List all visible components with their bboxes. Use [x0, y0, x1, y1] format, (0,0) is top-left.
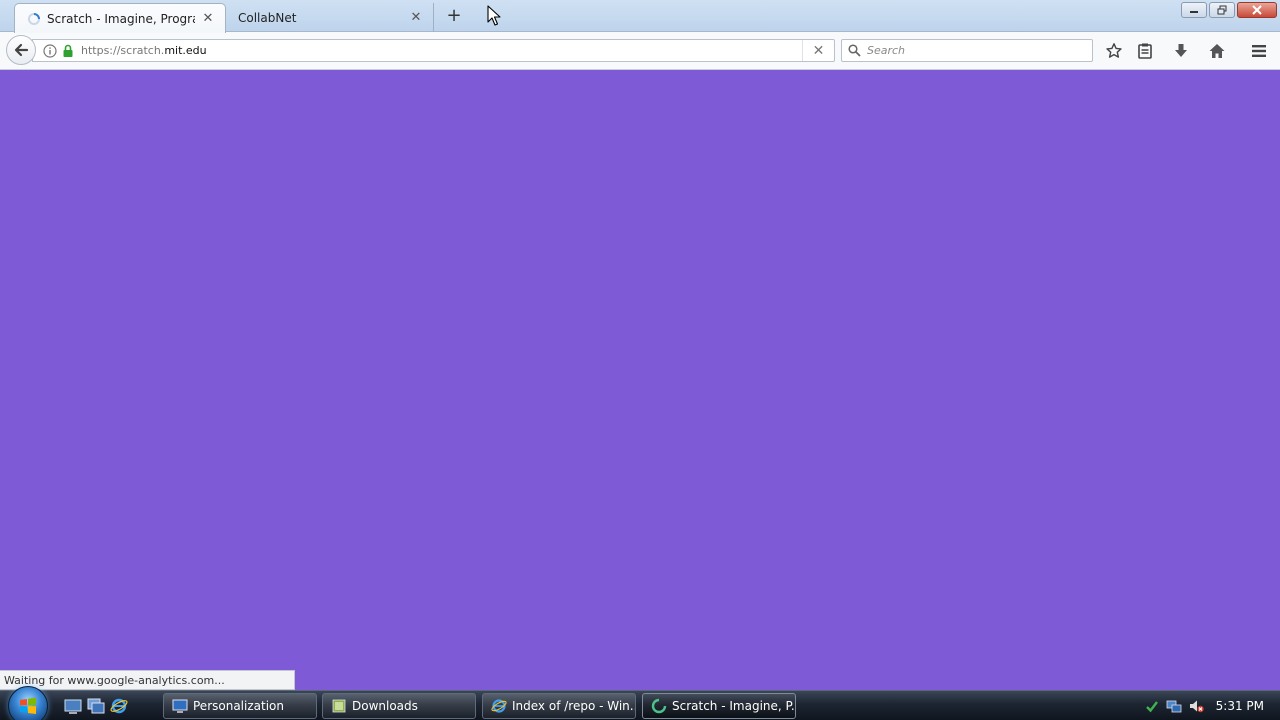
taskbar-item-scratch[interactable]: Scratch - Imagine, P... — [642, 693, 796, 719]
home-button[interactable] — [1207, 41, 1227, 61]
taskbar-item-label: Personalization — [193, 699, 284, 713]
close-window-button[interactable] — [1237, 2, 1277, 18]
internet-explorer-icon[interactable] — [110, 697, 128, 715]
tab-scratch[interactable]: Scratch - Imagine, Program ✕ — [14, 3, 226, 33]
page-content — [0, 71, 1280, 690]
status-bar: Waiting for www.google-analytics.com... — [0, 670, 295, 690]
volume-muted-icon[interactable] — [1188, 698, 1204, 714]
info-icon[interactable] — [43, 43, 57, 58]
back-arrow-icon — [14, 43, 29, 57]
network-icon[interactable] — [1166, 698, 1182, 714]
clock[interactable]: 5:31 PM — [1216, 699, 1264, 713]
security-check-icon[interactable] — [1144, 698, 1160, 714]
close-tab-icon[interactable]: ✕ — [409, 10, 423, 25]
show-desktop-icon[interactable] — [64, 697, 82, 715]
download-arrow-icon — [1175, 44, 1187, 57]
minimize-icon — [1190, 11, 1198, 13]
taskbar-item-downloads[interactable]: Downloads — [322, 693, 476, 719]
bookmark-star-button[interactable] — [1104, 41, 1124, 61]
tab-collabnet[interactable]: CollabNet ✕ — [226, 3, 434, 32]
taskbar-item-personalization[interactable]: Personalization — [163, 693, 317, 719]
stop-loading-button[interactable]: ✕ — [802, 40, 834, 61]
start-button[interactable] — [8, 686, 48, 720]
url-bar[interactable]: https://scratch.mit.edu ✕ — [32, 39, 835, 62]
search-icon — [848, 44, 861, 57]
url-text[interactable]: https://scratch.mit.edu — [81, 44, 802, 57]
ie-icon — [491, 699, 507, 713]
search-bar[interactable] — [841, 39, 1093, 62]
back-button[interactable] — [6, 35, 36, 65]
tab-title: CollabNet — [238, 10, 297, 25]
url-domain: mit.edu — [164, 44, 207, 57]
mouse-cursor-icon — [487, 5, 501, 26]
windows-logo-icon — [20, 697, 36, 714]
close-tab-icon[interactable]: ✕ — [201, 11, 215, 26]
taskbar-item-index-repo[interactable]: Index of /repo - Win... — [482, 693, 636, 719]
minimize-button[interactable] — [1181, 2, 1207, 18]
window-controls — [1181, 2, 1277, 18]
firefox-loading-icon — [651, 698, 667, 714]
reading-list-button[interactable] — [1135, 41, 1155, 61]
tab-strip: Scratch - Imagine, Program ✕ CollabNet ✕… — [0, 0, 1280, 33]
clipboard-icon — [1138, 43, 1152, 59]
close-icon — [1252, 5, 1262, 15]
tab-title: Scratch - Imagine, Program — [47, 11, 195, 26]
switch-windows-icon[interactable] — [87, 697, 105, 715]
restore-button[interactable] — [1209, 2, 1235, 18]
monitor-icon — [172, 699, 188, 713]
menu-button[interactable] — [1249, 41, 1269, 61]
lock-icon[interactable] — [61, 44, 75, 58]
hamburger-menu-icon — [1252, 45, 1266, 57]
home-icon — [1209, 44, 1225, 58]
system-tray: 5:31 PM — [1144, 691, 1280, 720]
new-tab-button[interactable]: + — [444, 6, 464, 26]
windows-taskbar: Personalization Downloads Index of /repo… — [0, 686, 1280, 720]
loading-spinner-icon — [28, 12, 40, 25]
star-icon — [1106, 43, 1122, 58]
folder-icon — [332, 699, 346, 713]
taskbar-item-label: Scratch - Imagine, P... — [672, 699, 796, 713]
navigation-toolbar: https://scratch.mit.edu ✕ — [0, 32, 1280, 70]
url-prefix: https://scratch. — [81, 44, 165, 57]
taskbar-item-label: Downloads — [352, 699, 418, 713]
search-input[interactable] — [867, 44, 1087, 57]
downloads-button[interactable] — [1171, 41, 1191, 61]
restore-icon — [1217, 5, 1227, 15]
taskbar-item-label: Index of /repo - Win... — [512, 699, 636, 713]
